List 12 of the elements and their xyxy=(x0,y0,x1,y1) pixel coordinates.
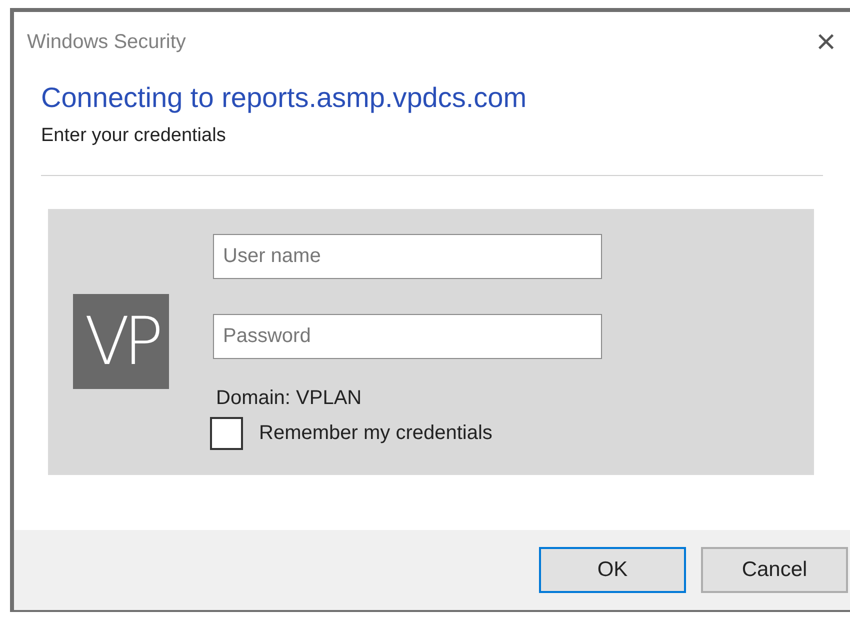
remember-checkbox[interactable] xyxy=(210,416,243,450)
remember-label: Remember my credentials xyxy=(259,421,492,446)
logo: VP xyxy=(73,294,169,389)
subtitle: Enter your credentials xyxy=(41,124,227,148)
cancel-button[interactable]: Cancel xyxy=(701,547,848,593)
input-field[interactable]: Password xyxy=(213,314,602,358)
heading: Connecting to reports.asmp.vpdcs.com xyxy=(41,81,528,115)
ok-button[interactable]: OK xyxy=(539,547,686,593)
domain-label: Domain: VPLAN xyxy=(216,386,363,410)
input-field[interactable]: User name xyxy=(213,234,602,278)
close-button[interactable]: × xyxy=(816,25,836,59)
window-title: Windows Security xyxy=(27,30,186,55)
